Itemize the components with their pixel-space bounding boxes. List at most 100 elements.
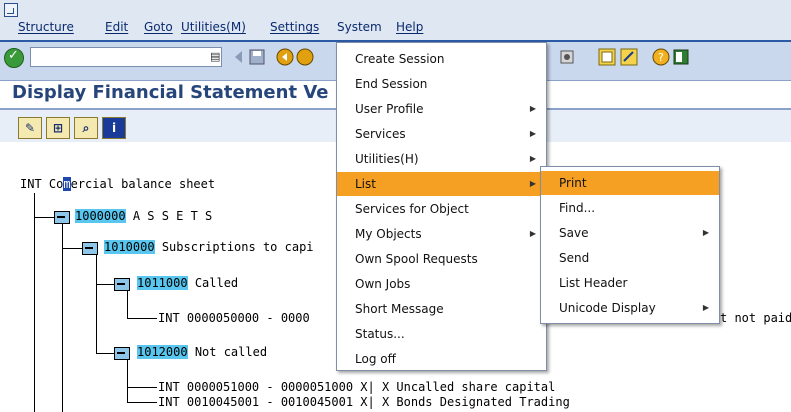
system-menu-item[interactable]: Status...: [337, 322, 546, 346]
save-icon[interactable]: [248, 48, 266, 66]
info-icon: i: [111, 121, 117, 135]
system-menu-item-label: Own Jobs: [355, 277, 411, 291]
root-prefix: INT: [20, 177, 42, 191]
root-label-start: Co: [48, 177, 64, 191]
system-menu-item-label: User Profile: [355, 102, 424, 116]
submenu-arrow-icon: ▶: [702, 303, 709, 312]
text-cursor: m: [63, 177, 71, 191]
system-menu-item[interactable]: User Profile ▶: [337, 97, 546, 121]
node-text: Called: [194, 276, 239, 290]
tree-node-1012000[interactable]: 1012000 Not called: [137, 345, 267, 359]
menu-help[interactable]: Help: [396, 20, 423, 34]
system-menu-item[interactable]: Log off: [337, 347, 546, 371]
tree-line: [34, 193, 35, 412]
node-code: 1011000: [137, 276, 188, 290]
list-submenu: Print Find... Save ▶ Send List Header Unicode …: [540, 166, 720, 324]
list-menu-item-label: Unicode Display: [559, 301, 656, 315]
system-menu-item[interactable]: Services for Object: [337, 197, 546, 221]
menu-edit[interactable]: Edit: [105, 20, 128, 34]
system-menu-item-label: Status...: [355, 327, 405, 341]
system-menu-item[interactable]: My Objects ▶: [337, 222, 546, 246]
menu-system[interactable]: System: [337, 20, 382, 34]
submenu-arrow-icon: ▶: [702, 228, 709, 237]
tree-node-1010000[interactable]: 1010000 Subscriptions to capi: [104, 240, 314, 254]
pencil-icon: ✎: [24, 121, 36, 135]
system-menu-item-label: Short Message: [355, 302, 444, 316]
expand-button[interactable]: ⊞: [46, 117, 70, 139]
tree-line: [127, 402, 157, 403]
command-history-icon[interactable]: ▤: [210, 50, 220, 63]
info-button[interactable]: i: [102, 117, 126, 139]
tree-leaf[interactable]: INT 0000051000 - 0000051000 X| X Uncalle…: [158, 380, 555, 394]
edit-pencil-button[interactable]: ✎: [18, 117, 42, 139]
system-menu-item-label: List: [355, 177, 376, 191]
list-menu-item-label: Find...: [559, 201, 596, 215]
tree-line: [96, 284, 114, 285]
page-title: Display Financial Statement Ve: [12, 82, 329, 103]
system-menu-item-label: Utilities(H): [355, 152, 419, 166]
system-menu-item[interactable]: Utilities(H) ▶: [337, 147, 546, 171]
system-menu-item[interactable]: Short Message: [337, 297, 546, 321]
list-menu-item-label: Send: [559, 251, 590, 265]
customize-icon[interactable]: [558, 48, 576, 66]
submenu-arrow-icon: ▶: [529, 129, 536, 138]
command-field[interactable]: [30, 47, 222, 67]
system-menu-item-label: Create Session: [355, 52, 445, 66]
list-menu-item[interactable]: Find...: [541, 196, 719, 220]
list-menu-item[interactable]: Unicode Display ▶: [541, 296, 719, 320]
system-menu-item-label: Log off: [355, 352, 396, 366]
node-code: 1010000: [104, 240, 155, 254]
system-menu-item[interactable]: Services ▶: [337, 122, 546, 146]
submenu-arrow-icon: ▶: [529, 104, 536, 113]
cancel-icon[interactable]: [296, 48, 314, 66]
system-menu-item-label: Services for Object: [355, 202, 469, 216]
system-menu: Create Session End Session User Profile ▶ Se…: [336, 42, 547, 371]
tree-line: [127, 290, 128, 318]
node-code: 1012000: [137, 345, 188, 359]
find-button[interactable]: ⌕: [74, 117, 98, 139]
tree-line: [96, 353, 114, 354]
find-icon[interactable]: [620, 48, 638, 66]
list-menu-item[interactable]: List Header: [541, 271, 719, 295]
submenu-arrow-icon: ▶: [529, 154, 536, 163]
tree-root[interactable]: INT Comercial balance sheet: [20, 177, 215, 191]
tree-leaf[interactable]: INT 0000050000 - 0000: [158, 311, 310, 325]
system-menu-item-label: Own Spool Requests: [355, 252, 478, 266]
system-menu-item-label: End Session: [355, 77, 428, 91]
system-menu-item[interactable]: Own Spool Requests: [337, 247, 546, 271]
exit-icon[interactable]: [276, 48, 294, 66]
system-menu-item-label: My Objects: [355, 227, 422, 241]
tree-node-1000000[interactable]: 1000000 A S S E T S: [75, 209, 212, 223]
tree-line: [127, 387, 157, 388]
menu-structure[interactable]: Structure: [18, 20, 74, 34]
submenu-arrow-icon: ▶: [529, 229, 536, 238]
layout-icon[interactable]: [598, 48, 616, 66]
tree-leaf-tail: t not paid: [720, 311, 791, 325]
enter-icon[interactable]: [4, 48, 24, 68]
list-menu-item[interactable]: Save ▶: [541, 221, 719, 245]
system-menu-item[interactable]: Create Session: [337, 47, 546, 71]
menu-utilities[interactable]: Utilities(M): [181, 20, 246, 34]
layout-menu-icon[interactable]: [672, 48, 690, 66]
list-menu-item-label: Save: [559, 226, 589, 240]
back-icon[interactable]: [230, 48, 248, 66]
tree-node-1011000[interactable]: 1011000 Called: [137, 276, 238, 290]
list-menu-item[interactable]: Send: [541, 246, 719, 270]
menu-goto[interactable]: Goto: [144, 20, 173, 34]
list-menu-item[interactable]: Print: [541, 171, 719, 195]
magnifier-icon: ⌕: [82, 121, 90, 135]
menu-settings[interactable]: Settings: [270, 20, 319, 34]
expand-icon: ⊞: [52, 121, 64, 135]
node-code: 1000000: [75, 209, 126, 223]
system-menu-item[interactable]: Own Jobs: [337, 272, 546, 296]
submenu-arrow-icon: ▶: [529, 179, 536, 188]
system-menu-icon[interactable]: [4, 3, 18, 17]
list-menu-item-label: Print: [559, 176, 587, 190]
system-menu-item[interactable]: End Session: [337, 72, 546, 96]
help-icon[interactable]: ?: [652, 48, 670, 66]
root-label-end: ercial balance sheet: [70, 177, 216, 191]
system-menu-item[interactable]: List ▶: [337, 172, 546, 196]
node-text: Subscriptions to capi: [161, 240, 314, 254]
tree-leaf[interactable]: INT 0010045001 - 0010045001 X| X Bonds D…: [158, 395, 570, 409]
tree-line: [34, 217, 54, 218]
